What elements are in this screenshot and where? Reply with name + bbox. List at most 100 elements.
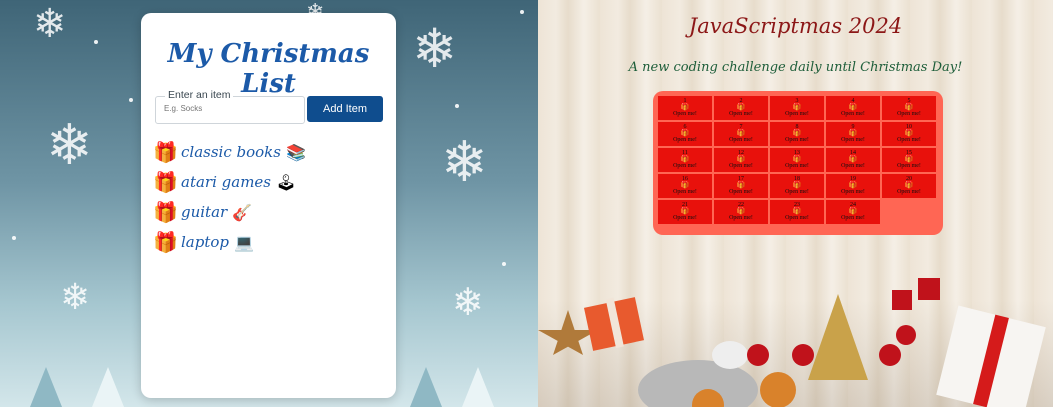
calendar-day-4[interactable]: 4 🎁 Open me! [826,96,880,120]
calendar-day-6[interactable]: 6 🎁 Open me! [658,122,712,146]
calendar-day-12[interactable]: 12 🎁 Open me! [714,148,768,172]
tree-shape [92,367,124,407]
calendar-day-9[interactable]: 9 🎁 Open me! [826,122,880,146]
calendar-day-22[interactable]: 22 🎁 Open me! [714,200,768,224]
calendar-day-16[interactable]: 16 🎁 Open me! [658,174,712,198]
snow-dot [520,10,524,14]
calendar-day-10[interactable]: 10 🎁 Open me! [882,122,936,146]
open-me-label: Open me! [729,189,753,195]
open-me-label: Open me! [673,111,697,117]
gift-icon: 🎁 [848,129,858,137]
gift-icon: 🎁 [153,200,178,224]
list-item-text: atari games [181,173,271,191]
snowflake-icon: ❄ [452,280,484,324]
list-item: 🎁 atari games 🕹 [153,167,306,197]
gift-icon: 🎁 [153,230,178,254]
gift-icon: 🎁 [680,129,690,137]
small-gift-ornament [892,290,912,310]
calendar-day-8[interactable]: 8 🎁 Open me! [770,122,824,146]
list-item: 🎁 guitar 🎸 [153,197,306,227]
joystick-icon: 🕹 [276,172,297,192]
small-gift-ornament [918,278,940,300]
gift-icon: 🎁 [904,155,914,163]
snow-dot [12,236,16,240]
item-input[interactable] [162,103,302,114]
gift-icon: 🎁 [904,129,914,137]
list-item-text: classic books [181,143,281,161]
santa-hat-pompom [712,341,748,369]
gift-icon: 🎁 [848,207,858,215]
gold-tree-ornament [808,294,868,380]
calendar-day-21[interactable]: 21 🎁 Open me! [658,200,712,224]
gift-icon: 🎁 [792,103,802,111]
calendar-day-11[interactable]: 11 🎁 Open me! [658,148,712,172]
open-me-label: Open me! [841,137,865,143]
gift-icon: 🎁 [792,129,802,137]
gift-icon: 🎁 [848,103,858,111]
open-me-label: Open me! [841,189,865,195]
bauble-ornament [896,325,916,345]
calendar-day-2[interactable]: 2 🎁 Open me! [714,96,768,120]
open-me-label: Open me! [673,189,697,195]
gift-icon: 🎁 [848,181,858,189]
item-input-field[interactable]: Enter an item [155,89,305,124]
gift-icon: 🎁 [736,181,746,189]
christmas-list-card: My Christmas List Enter an item Add Item… [141,13,396,398]
add-item-button[interactable]: Add Item [307,96,383,122]
open-me-label: Open me! [729,163,753,169]
calendar-day-5[interactable]: 5 🎁 Open me! [882,96,936,120]
guitar-icon: 🎸 [232,202,253,222]
snowflake-icon: ❄ [412,17,458,80]
calendar-day-7[interactable]: 7 🎁 Open me! [714,122,768,146]
gift-icon: 🎁 [153,170,178,194]
advent-calendar-panel: JavaScriptmas 2024 A new coding challeng… [538,0,1053,407]
calendar-day-24[interactable]: 24 🎁 Open me! [826,200,880,224]
snow-dot [502,262,506,266]
open-me-label: Open me! [785,111,809,117]
open-me-label: Open me! [729,215,753,221]
list-item: 🎁 laptop 💻 [153,227,306,257]
bauble-ornament [879,344,901,366]
gift-icon: 🎁 [736,129,746,137]
open-me-label: Open me! [785,163,809,169]
calendar-day-13[interactable]: 13 🎁 Open me! [770,148,824,172]
open-me-label: Open me! [841,163,865,169]
open-me-label: Open me! [897,137,921,143]
laptop-icon: 💻 [234,232,254,252]
snowflake-icon: ❄ [33,1,67,47]
calendar-day-3[interactable]: 3 🎁 Open me! [770,96,824,120]
open-me-label: Open me! [729,111,753,117]
gift-icon: 🎁 [792,181,802,189]
open-me-label: Open me! [897,163,921,169]
gift-icon: 🎁 [680,103,690,111]
calendar-day-20[interactable]: 20 🎁 Open me! [882,174,936,198]
open-me-label: Open me! [673,137,697,143]
calendar-day-15[interactable]: 15 🎁 Open me! [882,148,936,172]
snowy-background-panel: ❄ ❄ ❄ ❄ ❄ ❄ ❄ My Christmas List Enter an… [0,0,538,407]
calendar-day-17[interactable]: 17 🎁 Open me! [714,174,768,198]
gift-icon: 🎁 [736,155,746,163]
gift-icon: 🎁 [904,181,914,189]
tree-shape [410,367,442,407]
bauble-ornament [747,344,769,366]
calendar-day-14[interactable]: 14 🎁 Open me! [826,148,880,172]
open-me-label: Open me! [785,137,809,143]
snowflake-icon: ❄ [60,277,91,318]
gift-icon: 🎁 [680,155,690,163]
gift-icon: 🎁 [736,103,746,111]
snow-dot [455,104,459,108]
gift-icon: 🎁 [904,103,914,111]
snowflake-icon: ❄ [441,130,488,195]
calendar-day-19[interactable]: 19 🎁 Open me! [826,174,880,198]
advent-calendar-grid: 1 🎁 Open me! 2 🎁 Open me! 3 🎁 Open me! 4 🎁 Open me!… [653,91,943,235]
list-item-text: guitar [181,203,228,221]
tree-shape [30,367,62,407]
gift-icon: 🎁 [792,207,802,215]
snow-dot [94,40,98,44]
calendar-day-18[interactable]: 18 🎁 Open me! [770,174,824,198]
calendar-day-1[interactable]: 1 🎁 Open me! [658,96,712,120]
calendar-day-23[interactable]: 23 🎁 Open me! [770,200,824,224]
calendar-subtitle: A new coding challenge daily until Chris… [628,60,963,75]
gift-icon: 🎁 [680,207,690,215]
open-me-label: Open me! [673,215,697,221]
